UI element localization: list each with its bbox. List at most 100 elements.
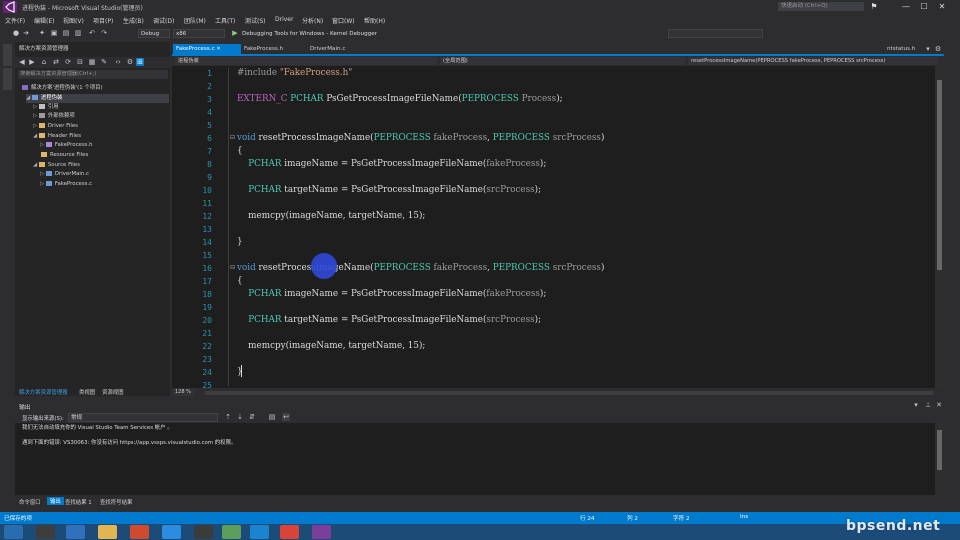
maximize-button[interactable]: ☐ xyxy=(918,2,930,12)
chat-app-icon[interactable] xyxy=(162,525,181,539)
menu-window[interactable]: 窗口(W) xyxy=(332,16,355,25)
se-home-icon[interactable]: ⌂ xyxy=(40,58,48,66)
tree-item-drivermain-c[interactable]: ▷ DriverMain.c xyxy=(40,170,89,179)
se-refresh-icon[interactable]: ⟳ xyxy=(64,58,72,66)
se-collapse-icon[interactable]: ⊟ xyxy=(76,58,84,66)
se-settings-icon[interactable]: ⚙ xyxy=(126,58,134,66)
visual-studio-taskbar-icon[interactable] xyxy=(312,525,331,539)
menu-debug[interactable]: 调试(D) xyxy=(153,16,174,25)
collapse-icon[interactable]: ⊟ xyxy=(230,264,235,271)
se-preview-icon[interactable]: ⊞ xyxy=(136,58,144,66)
tab-find-results-1[interactable]: 查找结果 1 xyxy=(65,498,92,506)
next-message-icon[interactable]: ⇣ xyxy=(236,413,244,421)
collapse-icon[interactable]: ⊟ xyxy=(230,134,235,141)
tree-item-fakeprocess-h[interactable]: ▷ FakeProcess.h xyxy=(40,141,93,150)
menu-test[interactable]: 测试(S) xyxy=(245,16,266,25)
tree-item-driver-files[interactable]: ▷ Driver Files xyxy=(33,122,78,131)
find-message-icon[interactable]: ⇡ xyxy=(224,413,232,421)
chrome-icon[interactable] xyxy=(130,525,149,539)
menu-tools[interactable]: 工具(T) xyxy=(215,16,235,25)
prev-message-icon[interactable]: ⇵ xyxy=(248,413,256,421)
find-combo[interactable] xyxy=(668,29,763,38)
platform-select[interactable]: x86 xyxy=(173,29,225,38)
undo-icon[interactable]: ↶ xyxy=(88,29,96,37)
se-show-all-icon[interactable]: ▦ xyxy=(88,58,96,66)
back-icon[interactable]: ● xyxy=(12,29,20,37)
tree-item-fakeprocess-c[interactable]: ▷ FakeProcess.c xyxy=(40,180,92,189)
pin-icon[interactable]: ✕ xyxy=(216,46,220,52)
tab-settings-icon[interactable]: ⚙ xyxy=(934,45,942,53)
toolbox-tab[interactable] xyxy=(3,68,12,90)
tab-fakeprocess-c[interactable]: FakeProcess.c ✕ xyxy=(173,44,241,54)
new-project-icon[interactable]: ✦ xyxy=(38,29,46,37)
vertical-scroll-thumb[interactable] xyxy=(937,80,942,270)
tab-command-window[interactable]: 命令窗口 xyxy=(19,498,41,506)
open-file-icon[interactable]: ▣ xyxy=(50,29,58,37)
output-pin-icon[interactable]: ⊥ xyxy=(924,401,932,409)
menu-driver[interactable]: Driver xyxy=(275,16,293,23)
start-debugging-icon[interactable]: ▶ xyxy=(231,29,239,37)
tab-output[interactable]: 输出 xyxy=(47,497,64,505)
quick-launch-input[interactable]: 快速启动 (Ctrl+Q) xyxy=(778,2,864,11)
output-source-select[interactable]: 常规 xyxy=(68,413,218,422)
menu-build[interactable]: 生成(B) xyxy=(123,16,144,25)
se-code-icon[interactable]: ‹› xyxy=(114,58,122,66)
menu-help[interactable]: 帮助(H) xyxy=(364,16,385,25)
zoom-select[interactable]: 128 % xyxy=(173,389,195,396)
config-select[interactable]: Debug xyxy=(138,29,170,38)
qq-icon[interactable] xyxy=(36,525,55,539)
tree-item-source-files[interactable]: ◢ Source Files xyxy=(33,161,80,170)
menu-file[interactable]: 文件(F) xyxy=(5,16,25,25)
se-forward-icon[interactable]: ▶ xyxy=(28,58,36,66)
scope-combo[interactable]: (全局范围) xyxy=(440,57,685,65)
tab-resource-view[interactable]: 资源视图 xyxy=(102,388,124,396)
output-dropdown-icon[interactable]: ▾ xyxy=(912,401,920,409)
clear-all-icon[interactable]: ▤ xyxy=(268,413,276,421)
output-scroll-thumb[interactable] xyxy=(937,430,942,470)
app-icon[interactable] xyxy=(222,525,241,539)
tree-item-solution[interactable]: 解决方案'进程伪装'(1 个项目) xyxy=(22,84,103,93)
se-properties-icon[interactable]: ✎ xyxy=(100,58,108,66)
forward-icon[interactable]: ➔ xyxy=(22,29,30,37)
close-button[interactable]: ✕ xyxy=(936,2,948,12)
save-icon[interactable]: ▤ xyxy=(62,29,70,37)
menu-edit[interactable]: 编辑(E) xyxy=(34,16,54,25)
tab-drivermain-c[interactable]: DriverMain.c xyxy=(307,44,369,54)
tree-item-references[interactable]: ▷ 引用 xyxy=(33,103,59,112)
se-sync-icon[interactable]: ⇄ xyxy=(52,58,60,66)
menu-analyze[interactable]: 分析(N) xyxy=(302,16,323,25)
notification-icon[interactable]: ⚑ xyxy=(868,2,880,12)
menu-team[interactable]: 团队(M) xyxy=(184,16,206,25)
file-explorer-icon[interactable] xyxy=(98,525,117,539)
redo-icon[interactable]: ↷ xyxy=(100,29,108,37)
tree-item-header-files[interactable]: ◢ Header Files xyxy=(33,132,81,141)
start-button-icon[interactable] xyxy=(4,525,23,539)
windbg-icon[interactable] xyxy=(250,525,269,539)
minimize-button[interactable]: — xyxy=(900,2,912,12)
tab-solution-explorer[interactable]: 解决方案资源管理器 xyxy=(19,388,68,396)
project-combo[interactable]: 进程伪装 xyxy=(175,57,437,65)
member-combo[interactable]: resetProcessImageName(PEPROCESS fakeProc… xyxy=(688,57,938,65)
tab-ntstatus-h[interactable]: ntstatus.h xyxy=(884,44,920,54)
horizontal-scroll-thumb[interactable] xyxy=(205,391,933,395)
tree-item-external-deps[interactable]: ▷ 外部依赖项 xyxy=(33,112,75,121)
word-wrap-icon[interactable]: ↩ xyxy=(282,413,290,421)
tab-class-view[interactable]: 类视图 xyxy=(79,388,95,396)
tree-item-resource-files[interactable]: Resource Files xyxy=(41,151,88,160)
terminal-icon[interactable] xyxy=(194,525,213,539)
tree-item-project[interactable]: ◢ 进程伪装 xyxy=(26,94,169,103)
output-close-icon[interactable]: ✕ xyxy=(935,401,943,409)
tab-list-icon[interactable]: ▾ xyxy=(924,45,932,53)
debugger-label[interactable]: Debugging Tools for Windows - Kernel Deb… xyxy=(242,31,377,37)
output-text-area[interactable] xyxy=(15,423,935,495)
save-all-icon[interactable]: ▥ xyxy=(74,29,82,37)
menu-project[interactable]: 项目(P) xyxy=(93,16,113,25)
tab-fakeprocess-h[interactable]: FakeProcess.h xyxy=(241,44,303,54)
internet-explorer-icon[interactable] xyxy=(66,525,85,539)
tab-find-symbol-results[interactable]: 查找符号结果 xyxy=(100,498,132,506)
menu-view[interactable]: 视图(V) xyxy=(63,16,84,25)
wps-icon[interactable] xyxy=(280,525,299,539)
solution-search-input[interactable]: 搜索解决方案资源管理器(Ctrl+;) xyxy=(18,70,168,79)
se-back-icon[interactable]: ◀ xyxy=(18,58,26,66)
server-explorer-tab[interactable] xyxy=(3,44,12,66)
